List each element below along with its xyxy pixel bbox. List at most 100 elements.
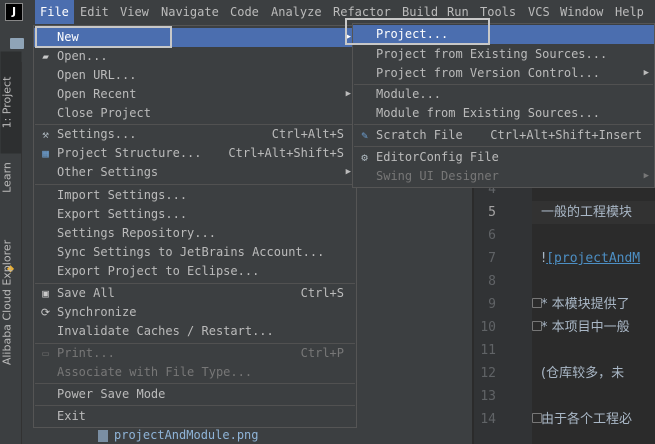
menu-bar: J File Edit View Navigate Code Analyze R… <box>0 0 655 24</box>
new-submenu-item-project[interactable]: Project... <box>353 25 654 44</box>
menu-run[interactable]: Run <box>447 0 469 24</box>
gear-icon: ⚙ <box>361 151 368 164</box>
code-line: * 本模块提供了 <box>541 297 630 312</box>
menu-build[interactable]: Build <box>402 0 438 24</box>
code-line: 一般的工程模块 <box>541 205 633 220</box>
file-menu-item-close-project[interactable]: Close Project <box>34 104 356 123</box>
file-menu-item-invalidate-caches-restart[interactable]: Invalidate Caches / Restart... <box>34 322 356 341</box>
file-menu-item-label: Close Project <box>57 106 151 120</box>
file-menu-item-power-save-mode[interactable]: Power Save Mode <box>34 385 356 404</box>
new-submenu-item-label: Project from Version Control... <box>376 66 600 80</box>
menu-view[interactable]: View <box>120 0 149 24</box>
file-menu-item-label: Exit <box>57 409 86 423</box>
file-menu-item-shortcut: Ctrl+P <box>300 346 344 360</box>
tool-tab-learn[interactable]: Learn <box>1 153 22 203</box>
menu-separator <box>354 124 653 125</box>
file-menu-item-sync-settings-to-jetbrains-account[interactable]: Sync Settings to JetBrains Account... <box>34 243 356 262</box>
menu-analyze[interactable]: Analyze <box>271 0 322 24</box>
menu-separator <box>354 84 653 85</box>
new-submenu-item-editorconfig-file[interactable]: ⚙ EditorConfig File <box>353 148 654 167</box>
file-menu-item-label: Export Settings... <box>57 207 188 221</box>
menu-separator <box>35 383 355 384</box>
menu-refactor[interactable]: Refactor <box>333 0 391 24</box>
file-menu-item-label: Settings... <box>57 127 137 141</box>
project-tree-file[interactable]: projectAndModule.png <box>98 427 259 443</box>
intellij-app-icon: J <box>5 3 23 21</box>
menu-tools[interactable]: Tools <box>480 0 516 24</box>
submenu-arrow-icon: ▶ <box>643 171 649 181</box>
tool-tab-project[interactable]: 1: Project <box>0 51 22 154</box>
file-menu-item-shortcut: Ctrl+Alt+Shift+S <box>228 146 344 160</box>
file-menu-item-label: Sync Settings to JetBrains Account... <box>57 245 325 259</box>
folder-open-icon: ▰ <box>42 50 49 63</box>
code-image-link[interactable]: [projectAndM <box>546 251 640 266</box>
menu-help[interactable]: Help <box>615 0 644 24</box>
file-menu-item-export-settings[interactable]: Export Settings... <box>34 205 356 224</box>
file-menu-item-export-project-to-eclipse[interactable]: Export Project to Eclipse... <box>34 262 356 281</box>
line-number: 7 <box>488 251 496 266</box>
left-tool-strip: 1: Project Learn ◆ Alibaba Cloud Explore… <box>0 51 22 444</box>
file-menu-item-new[interactable]: New ▶ <box>34 28 356 47</box>
project-structure-icon: ▦ <box>42 147 49 160</box>
new-submenu-item-swing-ui-designer: Swing UI Designer ▶ <box>353 167 654 186</box>
tool-tab-alibaba-cloud-explorer[interactable]: Alibaba Cloud Explorer <box>1 233 22 373</box>
new-submenu-item-module[interactable]: Module... <box>353 85 654 104</box>
file-menu-item-label: Project Structure... <box>57 146 202 160</box>
menu-separator <box>354 146 653 147</box>
sync-icon: ⟳ <box>40 306 51 319</box>
code-line: (仓库较多，未 <box>541 366 625 381</box>
new-submenu-item-scratch-file[interactable]: ✎ Scratch File Ctrl+Alt+Shift+Insert <box>353 126 654 145</box>
menu-edit[interactable]: Edit <box>80 0 109 24</box>
file-menu-item-label: Open... <box>57 49 108 63</box>
file-menu-item-open[interactable]: ▰ Open... <box>34 47 356 66</box>
line-number: 10 <box>480 320 496 335</box>
file-menu-item-open-url[interactable]: Open URL... <box>34 66 356 85</box>
menu-navigate[interactable]: Navigate <box>161 0 219 24</box>
file-menu-item-settings-repository[interactable]: Settings Repository... <box>34 224 356 243</box>
submenu-arrow-icon: ▶ <box>345 89 351 99</box>
menu-file[interactable]: File <box>35 0 74 24</box>
file-menu-item-import-settings[interactable]: Import Settings... <box>34 186 356 205</box>
image-file-icon <box>98 429 108 442</box>
file-menu-item-exit[interactable]: Exit <box>34 407 356 426</box>
menu-vcs[interactable]: VCS <box>528 0 550 24</box>
menu-separator <box>35 405 355 406</box>
file-menu-item-other-settings[interactable]: Other Settings ▶ <box>34 163 356 182</box>
file-menu-item-label: Import Settings... <box>57 188 188 202</box>
file-menu-item-label: Invalidate Caches / Restart... <box>57 324 274 338</box>
code-line: * 本项目中一般 <box>541 320 630 335</box>
new-submenu-item-project-from-version-control[interactable]: Project from Version Control... ▶ <box>353 64 654 83</box>
file-menu-item-associate-with-file-type: Associate with File Type... <box>34 363 356 382</box>
file-menu-item-settings[interactable]: ⚒ Settings... Ctrl+Alt+S <box>34 125 356 144</box>
line-number: 9 <box>488 297 496 312</box>
file-menu-item-project-structure[interactable]: ▦ Project Structure... Ctrl+Alt+Shift+S <box>34 144 356 163</box>
new-submenu-item-label: Module from Existing Sources... <box>376 106 600 120</box>
menu-separator <box>35 343 355 344</box>
new-submenu-item-project-from-existing-sources[interactable]: Project from Existing Sources... <box>353 45 654 64</box>
new-submenu-item-module-from-existing-sources[interactable]: Module from Existing Sources... <box>353 104 654 123</box>
code-line: ![projectAndM <box>541 247 640 270</box>
menu-code[interactable]: Code <box>230 0 259 24</box>
file-menu-item-label: Power Save Mode <box>57 387 166 401</box>
file-menu-item-label: Export Project to Eclipse... <box>57 264 260 278</box>
file-menu-item-save-all[interactable]: ▣ Save All Ctrl+S <box>34 284 356 303</box>
file-menu-item-label: Synchronize <box>57 305 137 319</box>
project-tree-file-label: projectAndModule.png <box>114 428 259 442</box>
new-submenu-item-label: EditorConfig File <box>376 150 499 164</box>
print-icon: ▭ <box>42 347 49 360</box>
file-menu-item-label: Settings Repository... <box>57 226 216 240</box>
line-number: 13 <box>480 389 496 404</box>
line-number: 12 <box>480 366 496 381</box>
project-folder-icon <box>10 38 24 49</box>
file-menu-item-synchronize[interactable]: ⟳ Synchronize <box>34 303 356 322</box>
new-submenu-item-label: Module... <box>376 87 442 101</box>
scratch-file-icon: ✎ <box>361 129 368 142</box>
submenu-arrow-icon: ▶ <box>345 32 351 42</box>
new-submenu-item-shortcut: Ctrl+Alt+Shift+Insert <box>490 128 642 142</box>
menu-separator <box>35 124 355 125</box>
menu-window[interactable]: Window <box>560 0 603 24</box>
submenu-arrow-icon: ▶ <box>643 68 649 78</box>
file-menu-item-open-recent[interactable]: Open Recent ▶ <box>34 85 356 104</box>
save-icon: ▣ <box>42 287 49 300</box>
file-menu-item-print: ▭ Print... Ctrl+P <box>34 344 356 363</box>
